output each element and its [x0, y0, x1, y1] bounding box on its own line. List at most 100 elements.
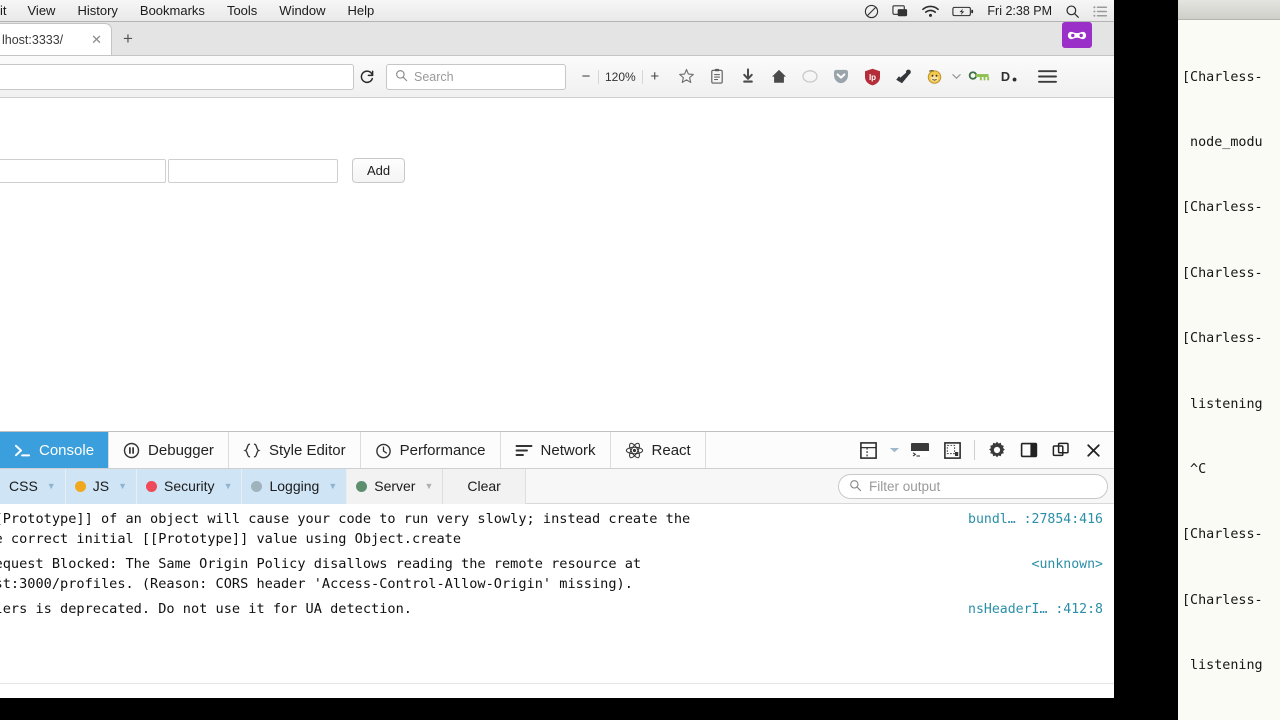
console-message[interactable]: rollers is deprecated. Do not use it for… — [0, 597, 1114, 623]
console-message-text: n Request Blocked: The Same Origin Polic… — [0, 556, 642, 592]
reload-icon[interactable] — [354, 64, 380, 90]
chevron-down-icon[interactable]: ▼ — [328, 481, 337, 491]
clipboard-icon[interactable] — [888, 62, 919, 92]
navigation-toolbar: Search − 120% + lp D — [0, 56, 1114, 98]
keyring-icon[interactable] — [964, 62, 995, 92]
zoom-controls: − 120% + — [574, 68, 667, 85]
wifi-icon[interactable] — [922, 5, 940, 18]
devtools-settings-icon[interactable] — [982, 432, 1012, 469]
macos-menu-bar: it View History Bookmarks Tools Window H… — [0, 0, 1114, 22]
screen-mirroring-icon[interactable] — [892, 4, 909, 18]
dock-side-icon[interactable] — [1014, 432, 1044, 469]
new-tab-button[interactable]: + — [112, 23, 144, 55]
tab-react-label: React — [651, 441, 691, 459]
page-viewport: Add — [0, 98, 1114, 410]
console-message[interactable]: n Request Blocked: The Same Origin Polic… — [0, 552, 1114, 597]
menu-item-window[interactable]: Window — [268, 0, 336, 22]
notification-center-icon[interactable] — [1093, 5, 1108, 18]
lastpass-icon[interactable]: lp — [857, 62, 888, 92]
filter-logging[interactable]: Logging ▼ — [242, 468, 348, 504]
first-field[interactable] — [0, 158, 166, 183]
console-message-source[interactable]: bundl… :27854:416 — [968, 510, 1103, 530]
select-element-icon[interactable] — [853, 432, 883, 469]
responsive-design-icon[interactable] — [937, 432, 967, 469]
chevron-down-icon[interactable]: ▼ — [118, 481, 127, 491]
dashlane-icon[interactable]: D — [995, 62, 1026, 92]
tab-style-editor[interactable]: Style Editor — [229, 432, 361, 468]
downloads-icon[interactable] — [733, 62, 764, 92]
search-input[interactable]: Search — [386, 63, 566, 90]
spotlight-search-icon[interactable] — [1065, 4, 1080, 19]
console-message-text: rollers is deprecated. Do not use it for… — [0, 601, 412, 617]
terminal-line: ^C — [1182, 461, 1207, 477]
menu-item-edit[interactable]: it — [0, 0, 17, 22]
chevron-down-icon[interactable] — [950, 62, 964, 92]
private-browsing-mask-icon[interactable] — [1062, 22, 1092, 48]
tab-title: lhost:3333/ — [2, 32, 64, 47]
console-message-source[interactable]: nsHeaderI… :412:8 — [968, 600, 1103, 620]
menu-item-view[interactable]: View — [17, 0, 67, 22]
close-icon[interactable]: ✕ — [88, 32, 105, 48]
url-bar[interactable] — [0, 63, 354, 90]
filter-css-label: CSS — [9, 478, 38, 494]
terminal-line: [Charless- — [1182, 592, 1263, 608]
braces-icon — [243, 442, 261, 459]
toolbar-extension-icons: lp D — [671, 62, 1026, 92]
menu-bar-status-area: Fri 2:38 PM — [864, 0, 1108, 22]
filter-js[interactable]: JS ▼ — [65, 468, 137, 504]
home-icon[interactable] — [764, 62, 795, 92]
pocket-icon[interactable] — [826, 62, 857, 92]
terminal-line: [Charless- — [1182, 69, 1263, 85]
terminal-line: listening — [1182, 658, 1263, 674]
menu-bar-clock[interactable]: Fri 2:38 PM — [987, 4, 1052, 18]
second-field[interactable] — [168, 158, 338, 183]
zoom-level[interactable]: 120% — [598, 69, 643, 84]
react-atom-icon — [625, 442, 644, 459]
battery-charging-icon[interactable] — [952, 5, 974, 18]
chevron-down-icon[interactable] — [885, 432, 903, 469]
tab-react[interactable]: React — [611, 432, 706, 468]
chevron-down-icon[interactable]: ▼ — [424, 481, 433, 491]
split-console-icon[interactable] — [905, 432, 935, 469]
filter-output-placeholder: Filter output — [869, 479, 941, 494]
zoom-out-button[interactable]: − — [574, 68, 598, 85]
console-message-source[interactable]: <unknown> — [1032, 555, 1103, 575]
chevron-down-icon[interactable]: ▼ — [47, 481, 56, 491]
network-bars-icon — [515, 443, 533, 458]
do-not-disturb-icon[interactable] — [864, 4, 879, 19]
console-prompt-icon — [14, 443, 31, 458]
terminal-title-bar — [1178, 0, 1280, 20]
bookmark-star-icon[interactable] — [671, 62, 702, 92]
terminal-window[interactable]: [Charless- node_modu [Charless- [Charles… — [1178, 0, 1280, 720]
filter-output-input[interactable]: Filter output — [838, 474, 1108, 499]
tab-debugger-label: Debugger — [148, 441, 214, 459]
clear-console-button[interactable]: Clear — [443, 468, 526, 504]
reader-mode-icon[interactable] — [702, 62, 733, 92]
devtools-toolbar: Console Debugger Style Editor Performanc… — [0, 432, 1114, 469]
monkey-testing-icon[interactable] — [919, 62, 950, 92]
chat-bubble-icon[interactable] — [795, 62, 826, 92]
filter-security[interactable]: Security ▼ — [136, 468, 243, 504]
filter-css[interactable]: CSS ▼ — [0, 468, 66, 504]
console-output[interactable]: e [[Prototype]] of an object will cause … — [0, 504, 1114, 709]
filter-server[interactable]: Server ▼ — [347, 468, 444, 504]
browser-tab[interactable]: lhost:3333/ ✕ — [0, 23, 112, 55]
add-button[interactable]: Add — [352, 158, 406, 183]
tab-performance[interactable]: Performance — [361, 432, 501, 468]
console-message[interactable]: e [[Prototype]] of an object will cause … — [0, 507, 1114, 552]
menu-item-tools[interactable]: Tools — [216, 0, 268, 22]
zoom-in-button[interactable]: + — [643, 68, 667, 85]
menu-item-history[interactable]: History — [66, 0, 128, 22]
tab-debugger[interactable]: Debugger — [109, 432, 229, 468]
menu-item-help[interactable]: Help — [337, 0, 386, 22]
close-devtools-icon[interactable] — [1078, 432, 1108, 469]
menu-item-bookmarks[interactable]: Bookmarks — [129, 0, 216, 22]
terminal-output: [Charless- node_modu [Charless- [Charles… — [1178, 20, 1280, 720]
hamburger-menu-icon[interactable] — [1032, 62, 1063, 92]
tab-console[interactable]: Console — [0, 432, 110, 468]
separate-window-icon[interactable] — [1046, 432, 1076, 469]
tab-network[interactable]: Network — [501, 432, 611, 468]
tab-strip: lhost:3333/ ✕ + — [0, 22, 1114, 56]
chevron-down-icon[interactable]: ▼ — [224, 481, 233, 491]
